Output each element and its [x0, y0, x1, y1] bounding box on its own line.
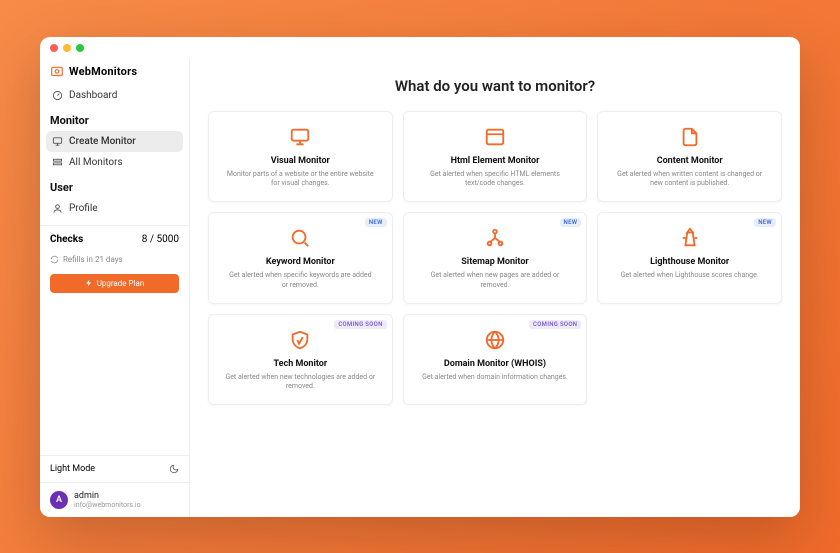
monitor-screen-icon: [289, 126, 311, 148]
sidebar-item-all-monitors[interactable]: All Monitors: [46, 152, 183, 173]
brand[interactable]: WebMonitors: [40, 59, 189, 85]
lighthouse-icon: [679, 227, 701, 249]
moon-icon: [169, 464, 179, 474]
dashboard-icon: [52, 90, 63, 101]
main-content: What do you want to monitor? Visual Moni…: [190, 59, 800, 517]
upgrade-label: Upgrade Plan: [97, 279, 145, 288]
minimize-window-icon[interactable]: [63, 44, 71, 52]
sidebar-section-monitor: Monitor: [40, 106, 189, 131]
card-title: Visual Monitor: [271, 156, 330, 166]
card-title: Keyword Monitor: [266, 257, 335, 267]
sidebar-item-profile[interactable]: Profile: [46, 198, 183, 219]
globe-icon: [484, 329, 506, 351]
close-window-icon[interactable]: [50, 44, 58, 52]
maximize-window-icon[interactable]: [76, 44, 84, 52]
card-tech-monitor[interactable]: COMING SOON Tech Monitor Get alerted whe…: [208, 314, 393, 406]
card-sitemap-monitor[interactable]: NEW Sitemap Monitor Get alerted when new…: [403, 212, 588, 304]
coming-soon-badge: COMING SOON: [529, 320, 581, 329]
card-desc: Get alerted when written content is chan…: [615, 170, 765, 190]
card-domain-monitor[interactable]: COMING SOON Domain Monitor (WHOIS) Get a…: [403, 314, 588, 406]
brand-name: WebMonitors: [69, 65, 137, 78]
card-title: Sitemap Monitor: [461, 257, 528, 267]
monitor-icon: [52, 136, 63, 147]
browser-window-icon: [484, 126, 506, 148]
refill-text: Refills in 21 days: [63, 255, 123, 264]
theme-label: Light Mode: [50, 464, 95, 474]
monitor-type-grid: Visual Monitor Monitor parts of a websit…: [208, 111, 782, 406]
checks-value: 8 / 5000: [142, 234, 179, 245]
card-content-monitor[interactable]: Content Monitor Get alerted when written…: [597, 111, 782, 203]
sitemap-icon: [484, 227, 506, 249]
card-title: Html Element Monitor: [451, 156, 540, 166]
logo-icon: [50, 65, 64, 79]
sidebar-item-label: Create Monitor: [69, 136, 136, 147]
user-block[interactable]: A admin info@webmonitors.io: [40, 482, 189, 517]
sidebar: WebMonitors Dashboard Monitor Create Mon…: [40, 59, 190, 517]
refill-info: Refills in 21 days: [40, 249, 189, 270]
card-desc: Get alerted when Lighthouse scores chang…: [621, 271, 759, 281]
search-icon: [289, 227, 311, 249]
app-window: WebMonitors Dashboard Monitor Create Mon…: [40, 37, 800, 517]
user-email: info@webmonitors.io: [74, 501, 141, 509]
card-title: Tech Monitor: [273, 359, 327, 369]
card-keyword-monitor[interactable]: NEW Keyword Monitor Get alerted when spe…: [208, 212, 393, 304]
card-desc: Get alerted when specific HTML elements …: [420, 170, 570, 190]
theme-toggle[interactable]: Light Mode: [40, 455, 189, 482]
card-desc: Get alerted when new technologies are ad…: [225, 373, 375, 393]
new-badge: NEW: [754, 218, 776, 227]
sidebar-item-label: Dashboard: [69, 90, 117, 101]
checks-label: Checks: [50, 234, 83, 245]
sidebar-item-label: Profile: [69, 203, 98, 214]
lightning-icon: [85, 279, 93, 287]
sidebar-item-create-monitor[interactable]: Create Monitor: [46, 131, 183, 152]
card-title: Domain Monitor (WHOIS): [444, 359, 546, 369]
coming-soon-badge: COMING SOON: [334, 320, 386, 329]
refresh-icon: [50, 255, 59, 264]
avatar: A: [50, 491, 68, 509]
new-badge: NEW: [560, 218, 582, 227]
shield-icon: [289, 329, 311, 351]
list-icon: [52, 157, 63, 168]
card-desc: Get alerted when specific keywords are a…: [225, 271, 375, 291]
file-icon: [679, 126, 701, 148]
card-title: Lighthouse Monitor: [650, 257, 729, 267]
page-title: What do you want to monitor?: [208, 77, 782, 95]
card-desc: Get alerted when new pages are added or …: [420, 271, 570, 291]
titlebar: [40, 37, 800, 59]
card-desc: Monitor parts of a website or the entire…: [225, 170, 375, 190]
new-badge: NEW: [365, 218, 387, 227]
card-html-element-monitor[interactable]: Html Element Monitor Get alerted when sp…: [403, 111, 588, 203]
sidebar-item-dashboard[interactable]: Dashboard: [46, 85, 183, 106]
card-desc: Get alerted when domain information chan…: [422, 373, 568, 383]
checks-block: Checks 8 / 5000: [40, 225, 189, 249]
user-icon: [52, 203, 63, 214]
card-lighthouse-monitor[interactable]: NEW Lighthouse Monitor Get alerted when …: [597, 212, 782, 304]
user-name: admin: [74, 491, 141, 501]
sidebar-section-user: User: [40, 173, 189, 198]
upgrade-plan-button[interactable]: Upgrade Plan: [50, 274, 179, 293]
card-title: Content Monitor: [657, 156, 723, 166]
sidebar-item-label: All Monitors: [69, 157, 123, 168]
card-visual-monitor[interactable]: Visual Monitor Monitor parts of a websit…: [208, 111, 393, 203]
